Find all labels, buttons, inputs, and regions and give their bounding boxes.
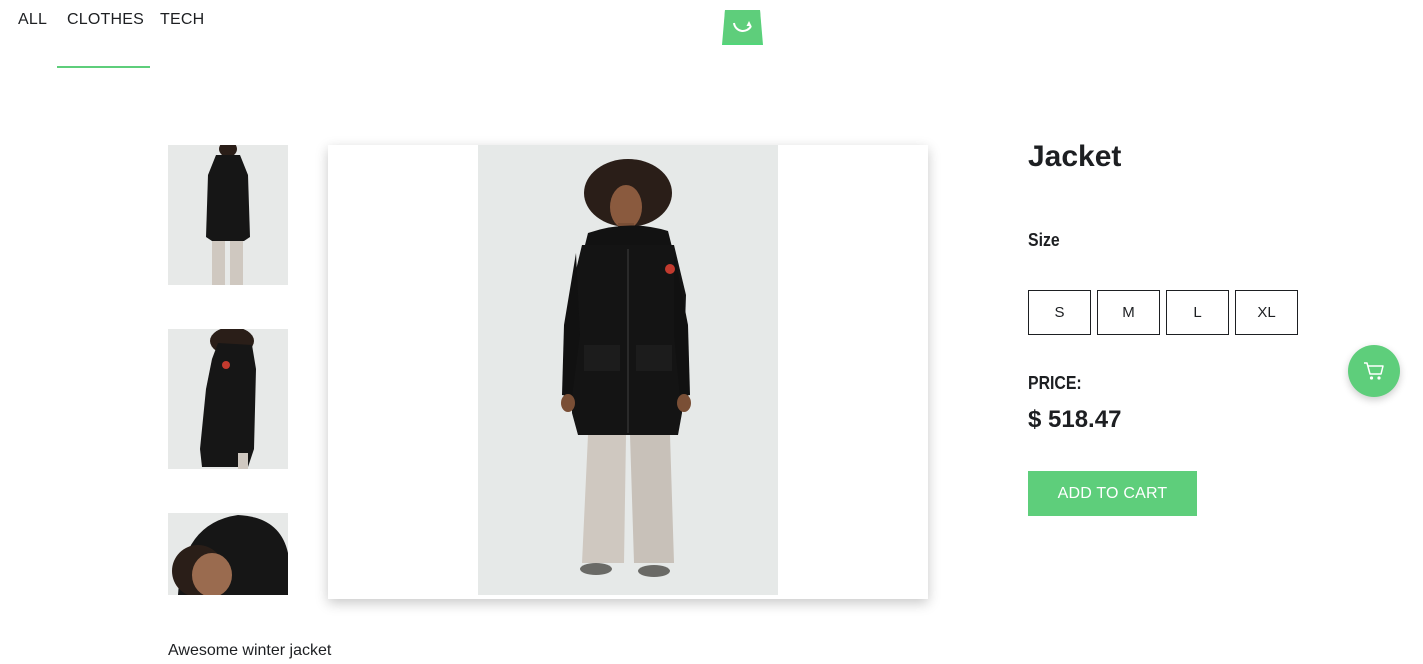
- thumbnail-2[interactable]: [168, 329, 288, 469]
- shopping-bag-icon[interactable]: [722, 6, 763, 45]
- category-nav: ALL CLOTHES TECH: [0, 0, 300, 70]
- add-to-cart-button[interactable]: ADD TO CART: [1028, 471, 1197, 516]
- product-title: Jacket: [1028, 140, 1122, 173]
- size-option-m[interactable]: M: [1097, 290, 1160, 335]
- main-product-image: [328, 145, 928, 599]
- main-photo-frame: [478, 145, 778, 595]
- tab-clothes[interactable]: CLOTHES: [67, 11, 144, 29]
- thumbnail-3[interactable]: [168, 513, 288, 595]
- jacket-side-thumbnail: [168, 329, 288, 469]
- size-option-l[interactable]: L: [1166, 290, 1229, 335]
- jacket-front-thumbnail: [168, 145, 288, 285]
- floating-cart-button[interactable]: [1348, 345, 1400, 397]
- price-label: PRICE:: [1028, 373, 1082, 393]
- jacket-front-photo: [478, 145, 778, 595]
- tab-all[interactable]: ALL: [18, 11, 47, 29]
- jacket-hood-thumbnail: [168, 513, 288, 595]
- product-price: $ 518.47: [1028, 406, 1122, 433]
- tab-tech[interactable]: TECH: [160, 11, 204, 29]
- size-label: Size: [1028, 230, 1060, 250]
- thumbnail-1[interactable]: [168, 145, 288, 285]
- product-description: Awesome winter jacket: [168, 642, 332, 659]
- cart-icon: [1364, 362, 1384, 380]
- size-option-xl[interactable]: XL: [1235, 290, 1298, 335]
- size-option-s[interactable]: S: [1028, 290, 1091, 335]
- active-tab-indicator: [57, 66, 150, 68]
